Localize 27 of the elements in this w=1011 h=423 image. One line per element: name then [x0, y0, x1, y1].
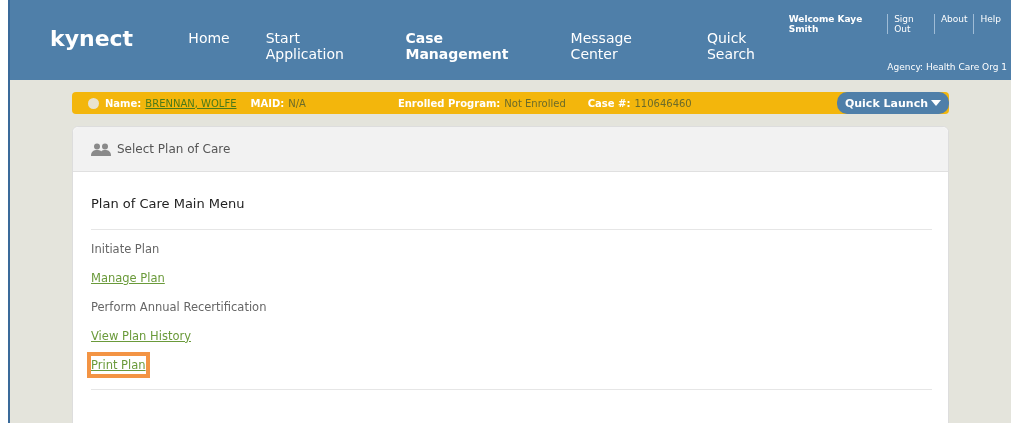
program-label: Enrolled Program: — [397, 97, 501, 109]
maid-label: MAID: — [250, 97, 285, 109]
case-label: Case #: — [587, 97, 631, 109]
program-value: Not Enrolled — [504, 97, 566, 109]
maid-value: N/A — [288, 97, 306, 109]
info-icon — [88, 97, 99, 109]
menu-link[interactable]: Manage Plan — [91, 270, 165, 285]
menu-link[interactable]: View Plan History — [91, 328, 191, 343]
name-link[interactable]: BRENNAN, WOLFE — [145, 97, 237, 109]
case-value: 110646460 — [634, 97, 692, 109]
panel-title: Select Plan of Care — [117, 142, 231, 156]
logo[interactable]: kynect — [50, 26, 161, 51]
caret-icon — [931, 100, 941, 106]
user-link[interactable]: Sign Out — [887, 14, 934, 34]
nav-link[interactable]: Message Center — [570, 30, 671, 62]
agency-text: Agency: Health Care Org 1 — [887, 62, 1007, 72]
quick-launch-button[interactable]: Quick Launch — [836, 92, 949, 114]
user-link[interactable]: About — [933, 14, 974, 34]
welcome-text: Welcome Kaye Smith — [788, 14, 864, 34]
menu-heading: Plan of Care Main Menu — [91, 172, 932, 230]
nav-link[interactable]: Home — [188, 30, 230, 62]
nav-link[interactable]: Quick Search — [706, 30, 789, 62]
user-link[interactable]: Help — [973, 14, 1007, 34]
name-label: Name: — [105, 97, 142, 109]
nav-link[interactable]: Case Management — [405, 30, 535, 62]
nav-link[interactable]: Start Application — [265, 30, 370, 62]
people-icon — [91, 142, 111, 156]
